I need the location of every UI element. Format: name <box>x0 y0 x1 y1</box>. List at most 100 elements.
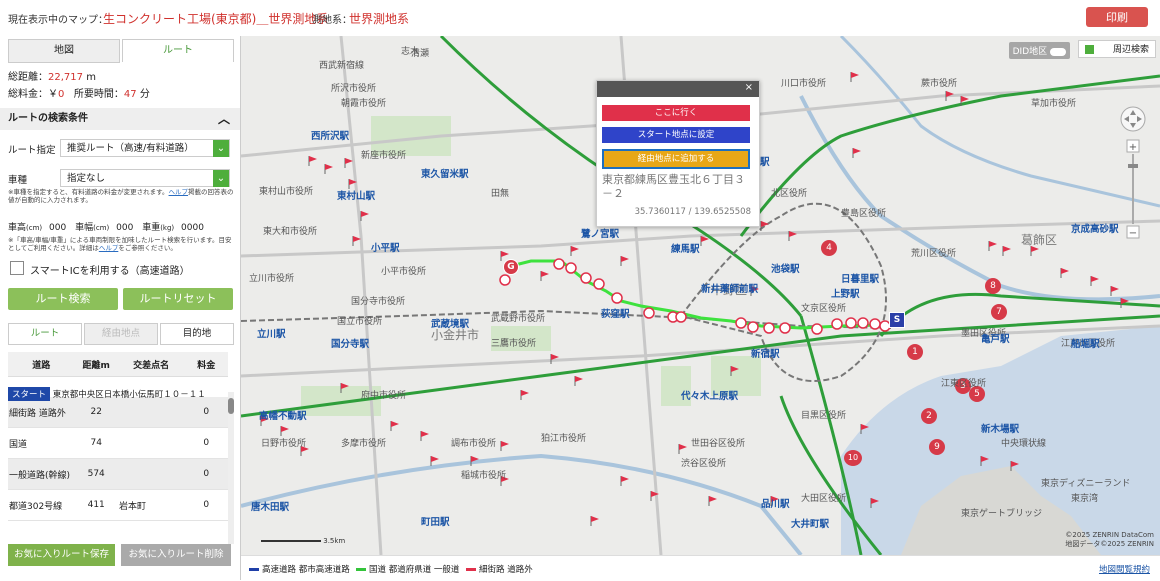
vehicle-select[interactable]: 指定なし ⌄ <box>60 169 230 187</box>
smart-ic-checkbox[interactable] <box>10 261 24 275</box>
size-note-rest: をご参照ください。 <box>118 244 177 252</box>
legend-swatch <box>249 568 259 571</box>
table-row[interactable]: 一般道路(幹線) 574 0 <box>8 458 228 490</box>
copyright-line1: ©2025 ZENRIN DataCom <box>1065 531 1154 539</box>
map-place-label: 国分寺駅 <box>331 339 370 350</box>
sidebar-tabs: 地図 ルート <box>8 39 234 63</box>
waypoint-pin-9[interactable]: 9 <box>929 439 945 455</box>
print-button[interactable]: 印刷 <box>1086 7 1148 27</box>
width-input[interactable]: 000 <box>116 223 133 233</box>
nearby-search-icon <box>1085 45 1094 54</box>
tab-route-list[interactable]: ルート <box>8 323 82 345</box>
start-address: 東京都中央区日本橋小伝馬町１０－１１ <box>52 390 206 400</box>
map-copyright: ©2025 ZENRIN DataCom 地図データ©2025 ZENRIN <box>1065 531 1154 549</box>
legend-label: 細街路 道路外 <box>479 565 533 575</box>
height-input[interactable]: 000 <box>49 223 66 233</box>
legend-item-national-road: 国道 都道府県道 一般道 <box>356 563 459 575</box>
route-type-value: 推奨ルート（高速/有料道路） <box>67 143 194 154</box>
map-place-label: 立川市役所 <box>249 274 295 284</box>
map-place-label: 武蔵境駅 <box>431 319 470 330</box>
chevron-down-icon: ⌄ <box>213 170 229 187</box>
nearby-search-button[interactable]: 周辺検索 <box>1078 40 1156 58</box>
waypoint-pin-10[interactable]: 10 <box>844 450 862 466</box>
table-scrollbar[interactable] <box>228 392 234 544</box>
intersection-cell <box>117 458 185 490</box>
start-marker[interactable]: S <box>889 312 905 328</box>
start-badge: スタート <box>8 387 51 401</box>
fee-cell: 0 <box>184 489 228 521</box>
distance-label: 総距離： <box>8 72 48 83</box>
map-place-label: 町田駅 <box>421 517 450 528</box>
add-waypoint-button[interactable]: 経由地点に追加する <box>602 149 750 169</box>
waypoint-pin-4[interactable]: 4 <box>821 240 837 256</box>
map-place-label: 新座市役所 <box>361 151 407 161</box>
map-place-label: 田無 <box>491 189 510 199</box>
conditions-header[interactable]: ルートの検索条件 ︿ <box>0 108 240 130</box>
conditions-title: ルートの検索条件 <box>8 113 88 124</box>
route-type-select[interactable]: 推奨ルート（高速/有料道路） ⌄ <box>60 139 230 157</box>
map-place-label: 京成高砂駅 <box>1071 224 1119 235</box>
help-link[interactable]: ヘルプ <box>169 188 189 196</box>
waypoint-pin-1[interactable]: 1 <box>907 344 923 360</box>
map-place-label: 日野市役所 <box>261 439 307 449</box>
table-row[interactable]: 都道302号線 411 岩本町 0 <box>8 489 228 521</box>
map-place-label: 小平市役所 <box>381 267 427 277</box>
map-place-label: 東大和市役所 <box>263 227 318 237</box>
start-row: スタート 東京都中央区日本橋小伝馬町１０－１１ <box>8 387 228 403</box>
time-label: 所要時間： <box>73 89 124 100</box>
table-scroll-thumb[interactable] <box>228 398 234 414</box>
map-place-label: 池袋駅 <box>771 264 800 275</box>
go-here-button[interactable]: ここに行く <box>602 105 750 121</box>
svg-text:+: + <box>1129 142 1137 153</box>
map-label: 現在表示中のマップ： <box>8 15 108 26</box>
map-place-label: 東村山駅 <box>337 191 376 202</box>
popup-header <box>597 81 759 97</box>
table-row[interactable]: 国道 74 0 <box>8 427 228 459</box>
col-distance: 距離m <box>74 352 118 377</box>
fee-cell: 0 <box>184 458 228 490</box>
nearby-search-label: 周辺検索 <box>1112 45 1149 55</box>
road-cell: 一般道路(幹線) <box>8 458 75 490</box>
map-place-label: 船堀駅 <box>1071 339 1100 350</box>
map-terms-link[interactable]: 地図閲覧規約 <box>1099 563 1150 575</box>
set-start-button[interactable]: スタート地点に設定 <box>602 127 750 143</box>
col-road: 道路 <box>8 352 75 377</box>
legend-swatch <box>466 568 476 571</box>
map-place-label: 稲城市役所 <box>461 471 507 481</box>
weight-input[interactable]: 0000 <box>181 223 204 233</box>
scale-label: 3.5km <box>323 537 346 545</box>
legend-swatch <box>356 568 366 571</box>
did-toggle[interactable]: DID地区 <box>1008 42 1070 59</box>
route-reset-button[interactable]: ルートリセット <box>123 288 233 310</box>
goal-marker[interactable]: G <box>503 259 519 275</box>
size-note: ※「車高/車幅/車重」による車両制限を加味したルート検索を行います。目安としてご… <box>8 236 234 252</box>
waypoint-pin-2[interactable]: 2 <box>921 408 937 424</box>
legend-item-expressway: 高速道路 都市高速道路 <box>249 563 350 575</box>
close-icon[interactable]: × <box>745 82 753 93</box>
tab-map[interactable]: 地図 <box>8 39 120 63</box>
time-value: 47 <box>123 89 137 100</box>
vehicle-label: 車種 <box>8 175 28 186</box>
waypoint-pin-7[interactable]: 7 <box>991 304 1007 320</box>
waypoint-pin-8[interactable]: 8 <box>985 278 1001 294</box>
map-place-label: 新木場駅 <box>981 424 1020 435</box>
route-search-button[interactable]: ルート検索 <box>8 288 118 310</box>
header-bar: 現在表示中のマップ： 生コンクリート工場(東京都)＿世界測地系 測地系： 世界測… <box>0 0 1160 37</box>
chevron-up-icon[interactable]: ︿ <box>218 108 230 130</box>
zoom-control[interactable]: + − <box>1120 106 1146 249</box>
legend-item-narrow-street: 細街路 道路外 <box>466 563 533 575</box>
map-place-label: 練馬駅 <box>671 244 700 255</box>
tab-destination[interactable]: 目的地 <box>160 323 234 345</box>
save-favorite-route-button[interactable]: お気に入りルート保存 <box>8 544 115 566</box>
map-view[interactable]: 1 2 3 4 5 7 8 9 10 S G 西武新宿線 所沢市役所 西所沢駅 東村山… <box>241 36 1160 555</box>
map-place-label: 鷺ノ宮駅 <box>581 229 620 240</box>
width-label: 車幅 <box>75 223 94 233</box>
tab-waypoints[interactable]: 経由地点 <box>84 323 158 345</box>
route-detail-tabs: ルート 経由地点 目的地 <box>8 323 234 345</box>
map-place-label: 東京ディズニーランド <box>1041 479 1131 489</box>
help-link[interactable]: ヘルプ <box>99 244 119 252</box>
tab-route[interactable]: ルート <box>122 39 234 62</box>
toll-value: 0 <box>58 89 65 100</box>
chevron-down-icon: ⌄ <box>213 140 229 157</box>
delete-favorite-route-button[interactable]: お気に入りルート削除 <box>121 544 231 566</box>
